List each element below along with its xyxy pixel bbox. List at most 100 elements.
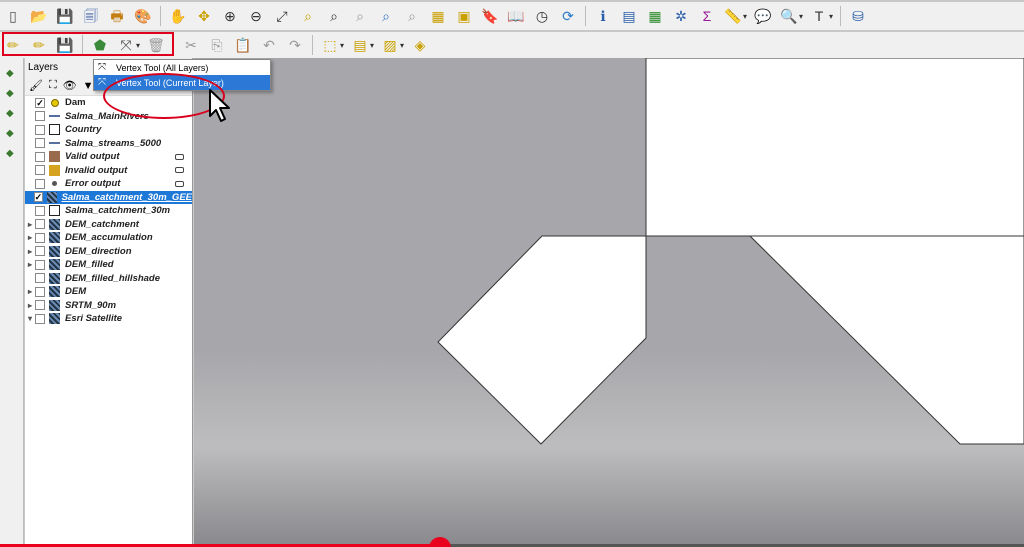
add-vector-icon[interactable]: ◆ [6, 88, 16, 99]
layer-row[interactable]: ▾ Esri Satellite [25, 312, 192, 326]
temporal-icon[interactable]: ◷ [531, 5, 553, 27]
expand-arrow-icon[interactable]: ▸ [25, 247, 35, 256]
layer-row[interactable]: ▸ DEM_catchment [25, 218, 192, 232]
catchment-polygon-hexagon[interactable] [437, 235, 647, 445]
layer-row[interactable]: ▸ SRTM_90m [25, 299, 192, 313]
layer-row[interactable]: Invalid output [25, 164, 192, 178]
expand-arrow-icon[interactable]: ▸ [25, 260, 35, 269]
add-group-icon[interactable]: ⛶ [49, 79, 57, 92]
pan-hand-icon[interactable]: ✋ [167, 5, 189, 27]
cut-icon[interactable]: ✂ [180, 34, 202, 56]
layer-row[interactable]: ✓ Salma_catchment_30m_GEE [25, 190, 192, 204]
redo-icon[interactable]: ↷ [284, 34, 306, 56]
layer-visibility-checkbox[interactable] [35, 111, 45, 122]
zoom-native-icon[interactable]: ⌕ [349, 5, 371, 27]
layer-visibility-checkbox[interactable] [35, 205, 45, 216]
copy-icon[interactable]: ⎘ [206, 34, 228, 56]
select-by-value-icon[interactable]: ▤ [349, 34, 371, 56]
layer-visibility-checkbox[interactable] [35, 246, 45, 257]
add-mesh-icon[interactable]: ◆ [6, 128, 16, 139]
chevron-down-icon[interactable]: ▾ [829, 12, 833, 21]
layer-indicator-icon[interactable] [175, 180, 184, 187]
chevron-down-icon[interactable]: ▾ [799, 12, 803, 21]
label-tool-icon[interactable]: 🔍 [778, 5, 800, 27]
layer-visibility-checkbox[interactable] [35, 178, 45, 189]
add-csv-icon[interactable]: ◆ [6, 148, 16, 159]
layer-row[interactable]: Salma_streams_5000 [25, 137, 192, 151]
style-manager-icon[interactable]: 🎨 [132, 5, 154, 27]
catchment-polygon-top[interactable] [645, 58, 1024, 237]
layer-visibility-checkbox[interactable] [35, 232, 45, 243]
layer-visibility-checkbox[interactable]: ✓ [33, 192, 44, 203]
layer-row[interactable]: ▸ DEM [25, 285, 192, 299]
add-layer-icon[interactable]: ◆ [6, 68, 16, 79]
select-features-icon[interactable]: ⬚ [319, 34, 341, 56]
expand-arrow-icon[interactable]: ▸ [25, 220, 35, 229]
add-raster-icon[interactable]: ◆ [6, 108, 16, 119]
layer-visibility-checkbox[interactable] [35, 165, 45, 176]
expand-arrow-icon[interactable]: ▸ [25, 301, 35, 310]
layer-visibility-checkbox[interactable] [35, 300, 45, 311]
layer-row[interactable]: ▸ DEM_accumulation [25, 231, 192, 245]
field-calculator-icon[interactable]: ▦ [644, 5, 666, 27]
zoom-in-icon[interactable]: ⊕ [219, 5, 241, 27]
attribute-table-icon[interactable]: ▤ [618, 5, 640, 27]
paste-icon[interactable]: 📋 [232, 34, 254, 56]
measure-icon[interactable]: 📏 [722, 5, 744, 27]
text-annotation-icon[interactable]: T [808, 5, 830, 27]
layer-row[interactable]: Salma_catchment_30m [25, 204, 192, 218]
layer-visibility-checkbox[interactable] [35, 273, 45, 284]
layer-visibility-checkbox[interactable] [35, 151, 45, 162]
zoom-to-layer-icon[interactable]: ⌕ [323, 5, 345, 27]
zoom-out-icon[interactable]: ⊖ [245, 5, 267, 27]
layer-visibility-checkbox[interactable] [35, 313, 45, 324]
filter-legend-icon[interactable]: ▼ [83, 80, 94, 92]
layer-row[interactable]: Valid output [25, 150, 192, 164]
layer-row[interactable]: Country [25, 123, 192, 137]
layer-row[interactable]: ▸ DEM_direction [25, 245, 192, 259]
layer-visibility-checkbox[interactable] [35, 259, 45, 270]
expand-arrow-icon[interactable]: ▸ [25, 233, 35, 242]
zoom-last-icon[interactable]: ⌕ [375, 5, 397, 27]
zoom-full-icon[interactable]: ⤢ [271, 5, 293, 27]
show-bookmarks-icon[interactable]: 📖 [505, 5, 527, 27]
database-icon[interactable]: ⛁ [847, 5, 869, 27]
manage-map-themes-icon[interactable]: 👁 [63, 79, 77, 92]
layer-visibility-checkbox[interactable] [35, 219, 45, 230]
layer-visibility-checkbox[interactable]: ✓ [35, 97, 45, 108]
layer-indicator-icon[interactable] [175, 167, 184, 174]
snapping-icon[interactable]: ◈ [409, 34, 431, 56]
chevron-down-icon[interactable]: ▾ [340, 41, 344, 50]
identify-icon[interactable]: ℹ [592, 5, 614, 27]
layer-row[interactable]: DEM_filled_hillshade [25, 272, 192, 286]
layer-visibility-checkbox[interactable] [35, 138, 45, 149]
layer-visibility-checkbox[interactable] [35, 286, 45, 297]
map-canvas[interactable] [194, 58, 1024, 544]
print-layout-icon[interactable]: 🖶 [106, 5, 128, 27]
save-as-icon[interactable]: 🗐 [80, 5, 102, 27]
refresh-icon[interactable]: ⟳ [557, 5, 579, 27]
layer-row[interactable]: Error output [25, 177, 192, 191]
new-project-icon[interactable]: ▯ [2, 5, 24, 27]
deselect-icon[interactable]: ▨ [379, 34, 401, 56]
annotation-icon[interactable]: 💬 [752, 5, 774, 27]
layer-indicator-icon[interactable] [175, 153, 184, 160]
undo-icon[interactable]: ↶ [258, 34, 280, 56]
expand-arrow-icon[interactable]: ▾ [25, 314, 35, 323]
open-folder-icon[interactable]: 📂 [28, 5, 50, 27]
processing-toolbox-icon[interactable]: ✲ [670, 5, 692, 27]
catchment-polygon-right[interactable] [748, 235, 1024, 445]
new-map-view-icon[interactable]: ▦ [427, 5, 449, 27]
zoom-to-selection-icon[interactable]: ⌕ [297, 5, 319, 27]
pan-to-selection-icon[interactable]: ✥ [193, 5, 215, 27]
style-layer-icon[interactable]: 🖌 [29, 79, 43, 92]
zoom-next-icon[interactable]: ⌕ [401, 5, 423, 27]
dropdown-item-vertex-all-layers[interactable]: ⤧ Vertex Tool (All Layers) [94, 60, 270, 75]
expand-arrow-icon[interactable]: ▸ [25, 287, 35, 296]
save-icon[interactable]: 💾 [54, 5, 76, 27]
layer-visibility-checkbox[interactable] [35, 124, 45, 135]
statistics-icon[interactable]: Σ [696, 5, 718, 27]
layer-row[interactable]: ▸ DEM_filled [25, 258, 192, 272]
chevron-down-icon[interactable]: ▾ [743, 12, 747, 21]
new-bookmark-icon[interactable]: 🔖 [479, 5, 501, 27]
